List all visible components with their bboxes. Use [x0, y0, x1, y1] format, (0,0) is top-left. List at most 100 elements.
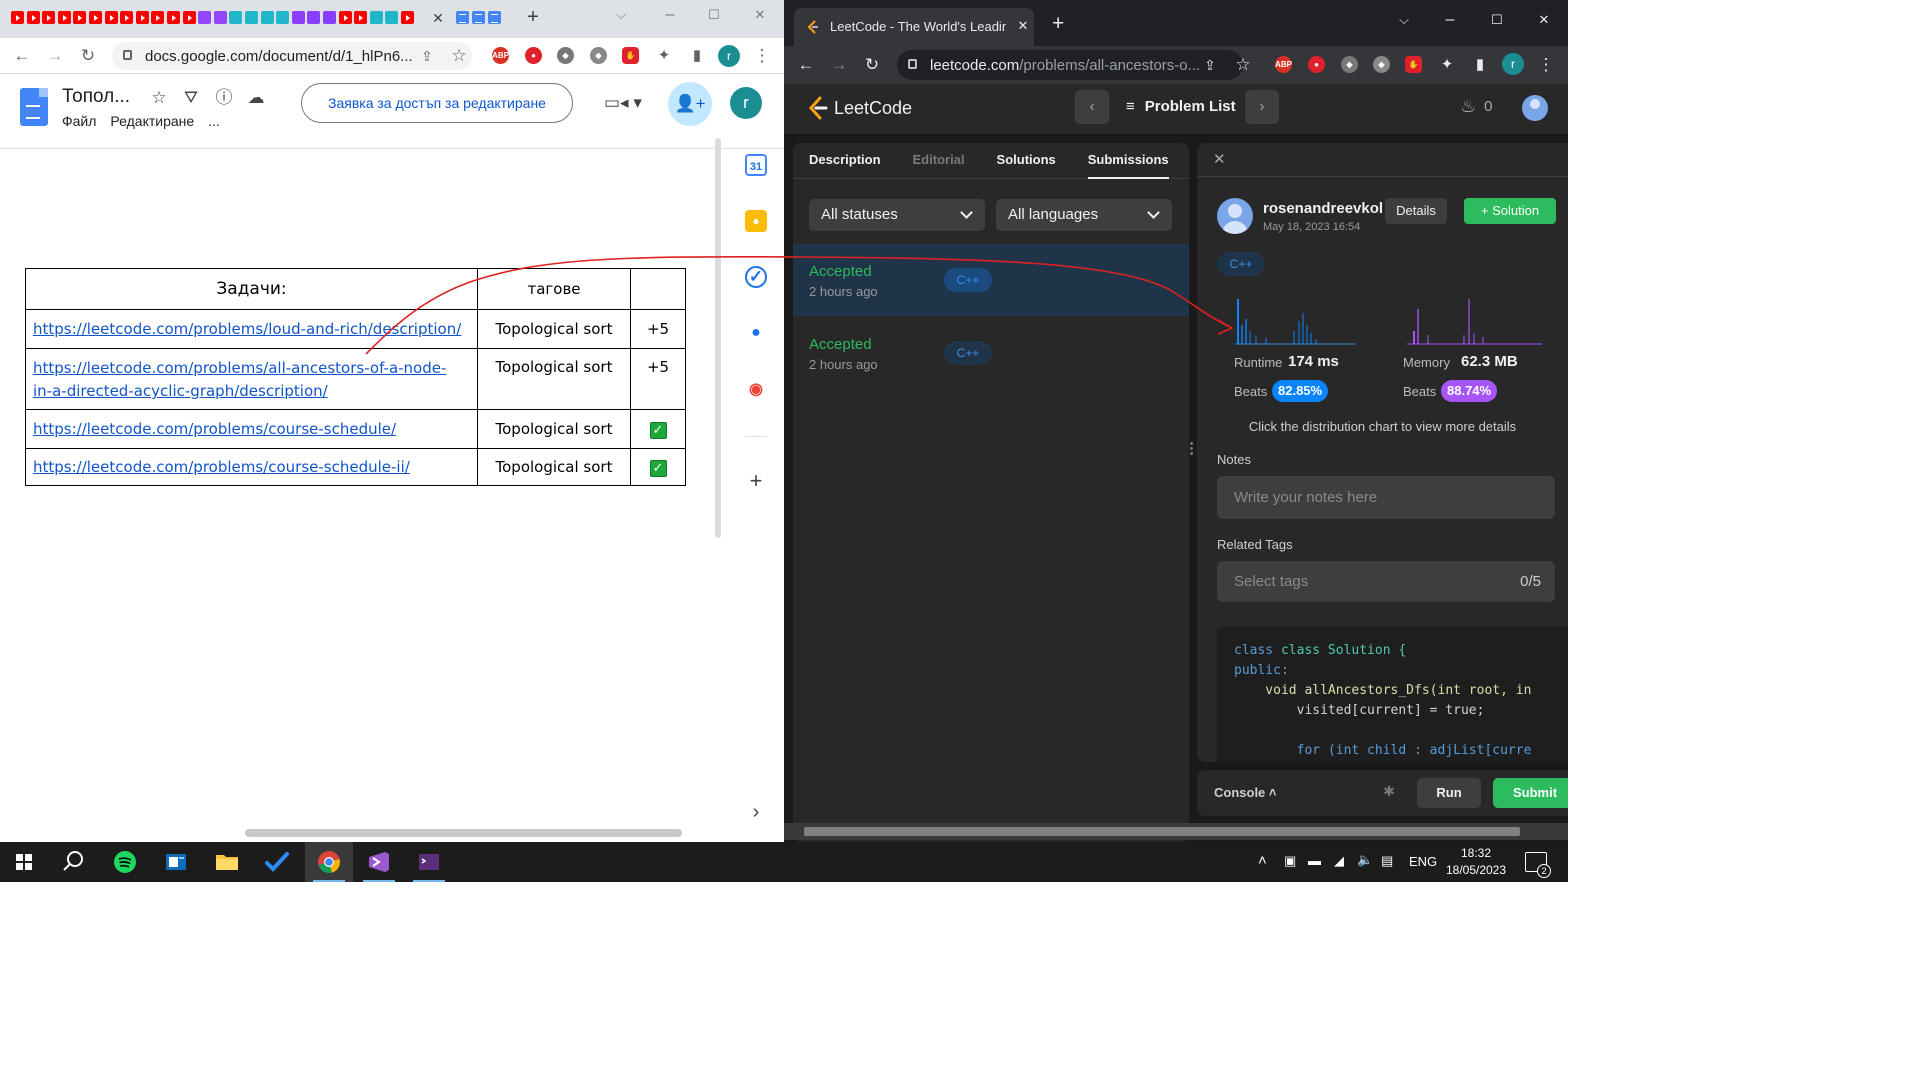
checkbox-done-icon[interactable]: ✓ — [649, 459, 667, 477]
cloud-status-icon[interactable]: ☁ — [246, 88, 266, 108]
tab-search-icon[interactable]: ⌵ — [611, 5, 631, 25]
twitch-tab-icon[interactable] — [213, 11, 227, 24]
close-window-button[interactable]: ✕ — [1534, 10, 1554, 30]
youtube-tab-icon[interactable] — [26, 11, 40, 24]
twitch-tab-icon[interactable] — [198, 11, 212, 24]
teal-site-tab-icon[interactable] — [245, 11, 258, 24]
tab-submissions[interactable]: Submissions — [1072, 143, 1185, 179]
extensions-puzzle-icon[interactable]: ✦ — [1436, 54, 1458, 76]
extension-red-icon[interactable]: ● — [525, 47, 542, 64]
details-info-icon[interactable]: ⓘ — [214, 88, 234, 108]
bookmark-star-icon[interactable]: ☆ — [1232, 54, 1254, 76]
youtube-tab-icon[interactable] — [120, 11, 134, 24]
extensions-puzzle-icon[interactable]: ✦ — [653, 45, 675, 67]
new-tab-button[interactable]: + — [1052, 13, 1064, 34]
volume-icon[interactable]: 🔈 — [1357, 852, 1373, 868]
status-filter-select[interactable]: All statuses — [809, 199, 985, 231]
extension-hand-icon[interactable]: ✋ — [1405, 56, 1422, 73]
leetcode-logo[interactable]: LeetCode — [808, 96, 912, 120]
expand-side-panel-icon[interactable]: › — [745, 801, 767, 823]
adblock-plus-icon[interactable]: ABP — [492, 47, 509, 64]
user-avatar[interactable] — [1522, 95, 1548, 121]
minimize-button[interactable]: – — [660, 5, 680, 25]
scrollbar-thumb[interactable] — [804, 827, 1520, 836]
task-link[interactable]: https://leetcode.com/problems/course-sch… — [33, 420, 396, 438]
profile-avatar[interactable]: r — [1502, 53, 1524, 75]
next-problem-button[interactable]: › — [1245, 90, 1279, 124]
youtube-tab-icon[interactable] — [182, 11, 196, 24]
submit-button[interactable]: Submit — [1493, 778, 1568, 808]
youtube-tab-icon[interactable] — [151, 11, 165, 24]
keep-icon[interactable]: ● — [745, 210, 767, 232]
panel-resize-handle[interactable] — [1189, 440, 1193, 464]
tab-editorial[interactable]: Editorial — [897, 143, 981, 178]
spotify-icon[interactable] — [101, 842, 149, 882]
notifications-icon[interactable]: 2 — [1525, 852, 1551, 878]
close-icon[interactable]: ✕ — [1213, 150, 1226, 168]
youtube-tab-icon[interactable] — [167, 11, 180, 24]
checkbox-done-icon[interactable]: ✓ — [649, 421, 667, 439]
youtube-tab-icon[interactable] — [73, 11, 87, 24]
teal-site-tab-icon[interactable] — [276, 11, 290, 24]
docs-tab-icon[interactable] — [456, 11, 469, 24]
side-panel-icon[interactable]: ▮ — [1469, 54, 1491, 76]
wifi-icon[interactable]: ◢ — [1334, 853, 1344, 869]
reload-icon[interactable]: ↻ — [77, 45, 99, 67]
problem-list-button[interactable]: ≡ Problem List — [1126, 98, 1236, 115]
task-link-line1[interactable]: https://leetcode.com/problems/all-ancest… — [33, 359, 446, 377]
document-canvas[interactable]: Задачи: тагове https://leetcode.com/prob… — [0, 150, 726, 842]
share-page-icon[interactable]: ⇪ — [416, 45, 438, 67]
youtube-tab-icon[interactable] — [401, 11, 414, 24]
contacts-icon[interactable]: ● — [745, 322, 767, 344]
todo-icon[interactable] — [253, 842, 301, 882]
teal-site-tab-icon[interactable] — [229, 11, 243, 24]
youtube-tab-icon[interactable] — [104, 11, 118, 24]
task-link[interactable]: https://leetcode.com/problems/course-sch… — [33, 458, 410, 476]
horizontal-scrollbar[interactable] — [784, 823, 1568, 840]
notes-input[interactable]: Write your notes here — [1217, 476, 1555, 519]
file-explorer-icon[interactable] — [203, 842, 251, 882]
prev-problem-button[interactable]: ‹ — [1075, 90, 1109, 124]
youtube-tab-icon[interactable] — [89, 11, 102, 24]
purple-site-tab-icon[interactable] — [323, 11, 336, 24]
request-edit-access-button[interactable]: Заявка за достъп за редактиране — [301, 83, 573, 123]
move-to-drive-icon[interactable]: ⛛ — [181, 88, 201, 108]
maximize-button[interactable]: ☐ — [704, 5, 724, 25]
youtube-tab-icon[interactable] — [338, 11, 352, 24]
maximize-button[interactable]: ☐ — [1487, 10, 1507, 30]
solution-button[interactable]: + Solution — [1464, 198, 1556, 224]
teal-site-tab-icon[interactable] — [369, 11, 383, 24]
submission-row[interactable]: Accepted 2 hours ago C++ — [793, 317, 1189, 389]
reload-icon[interactable]: ↻ — [861, 54, 883, 76]
menu-file[interactable]: Файл — [62, 113, 96, 129]
chevron-up-icon[interactable]: ˄ — [1258, 852, 1267, 869]
runtime-distribution-chart[interactable] — [1235, 295, 1355, 345]
language-filter-select[interactable]: All languages — [996, 199, 1172, 231]
meet-now-icon[interactable]: ▣ — [1284, 853, 1296, 869]
outlook-icon[interactable] — [152, 842, 200, 882]
tab-solutions[interactable]: Solutions — [981, 143, 1072, 178]
submitter-username[interactable]: rosenandreevkol... — [1263, 200, 1383, 217]
url-text[interactable]: docs.google.com/document/d/1_hlPn6... — [145, 48, 413, 65]
add-addon-icon[interactable]: + — [745, 470, 767, 492]
clock[interactable]: 18:32 18/05/2023 — [1441, 845, 1511, 879]
extension-gray-icon[interactable]: ◆ — [557, 47, 574, 64]
tab-description[interactable]: Description — [793, 143, 897, 178]
close-tab-icon[interactable]: ✕ — [1014, 17, 1032, 35]
memory-distribution-chart[interactable] — [1407, 295, 1542, 345]
youtube-tab-icon[interactable] — [57, 11, 71, 24]
share-add-person-icon[interactable]: 👤+ — [668, 82, 712, 126]
start-icon[interactable] — [0, 842, 48, 882]
network-icon[interactable]: ▤ — [1381, 853, 1393, 869]
task-link[interactable]: https://leetcode.com/problems/all-ancest… — [33, 359, 446, 400]
debug-icon[interactable]: ✱ — [1380, 783, 1398, 801]
docs-user-avatar[interactable]: r — [730, 87, 762, 119]
docs-tab-icon[interactable] — [472, 11, 485, 24]
maps-icon[interactable]: ◉ — [745, 379, 767, 401]
url-text[interactable]: leetcode.com/problems/all-ancestors-o... — [930, 57, 1200, 74]
docs-tab-icon[interactable] — [488, 11, 501, 24]
profile-avatar[interactable]: r — [718, 45, 740, 67]
submitted-code[interactable]: class class Solution { public: void allA… — [1217, 627, 1568, 762]
youtube-tab-icon[interactable] — [42, 11, 56, 24]
side-panel-icon[interactable]: ▮ — [686, 45, 708, 67]
